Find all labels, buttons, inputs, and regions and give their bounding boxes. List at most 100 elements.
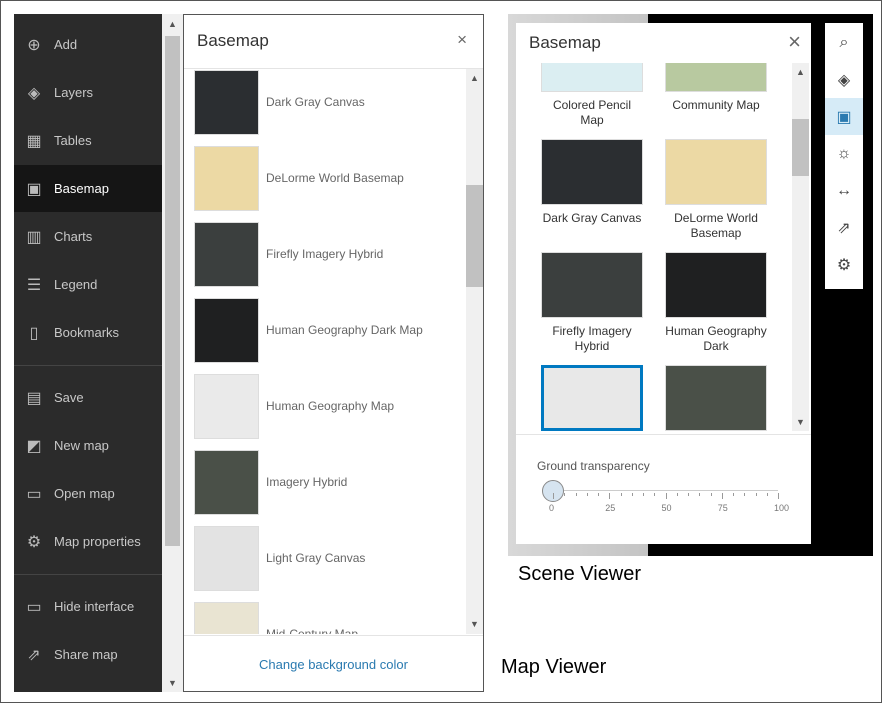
basemap-button[interactable]: ▣ bbox=[825, 98, 863, 135]
scroll-up-arrow[interactable]: ▲ bbox=[470, 73, 479, 83]
divider bbox=[14, 574, 162, 575]
basemap-label: Light Gray Canvas bbox=[266, 551, 366, 565]
scene-viewer: Basemap × Colored Pencil Map Community Ma… bbox=[508, 14, 873, 556]
slider-tick-label: 100 bbox=[774, 503, 790, 513]
slider-track[interactable] bbox=[553, 490, 778, 491]
basemap-label: Colored Pencil Map bbox=[552, 98, 632, 127]
sidebar-item-new-map[interactable]: ◩ New map bbox=[14, 422, 162, 469]
chart-icon: ▥ bbox=[26, 228, 42, 246]
new-map-icon: ◩ bbox=[26, 437, 42, 455]
slider-tick bbox=[586, 493, 588, 496]
basemap-thumbnail bbox=[665, 365, 767, 431]
scroll-up-arrow[interactable]: ▲ bbox=[796, 67, 805, 77]
sidebar-item-tables[interactable]: ▦ Tables bbox=[14, 117, 162, 164]
basemap-list-item[interactable]: Mid-Century Map bbox=[194, 601, 358, 634]
basemap-thumbnail bbox=[194, 297, 259, 363]
basemap-list-item[interactable]: Light Gray Canvas bbox=[194, 525, 365, 591]
sidebar-item-add[interactable]: ⊕ Add bbox=[14, 21, 162, 68]
slider-tick bbox=[643, 493, 644, 496]
sidebar-item-layers[interactable]: ◈ Layers bbox=[14, 69, 162, 116]
basemap-gallery-item[interactable]: Colored Pencil Map bbox=[541, 63, 643, 128]
basemap-list-item[interactable]: Imagery Hybrid bbox=[194, 449, 347, 515]
measure-button[interactable]: ↔ bbox=[825, 172, 863, 209]
basemap-label: Firefly Imagery Hybrid bbox=[266, 247, 384, 261]
slider-tick-label: 25 bbox=[605, 503, 616, 513]
close-button[interactable]: × bbox=[457, 30, 467, 50]
sidebar-item-open-map[interactable]: ▭ Open map bbox=[14, 470, 162, 517]
sidebar-item-bookmarks[interactable]: ▯ Bookmarks bbox=[14, 309, 162, 356]
basemap-list-item[interactable]: Firefly Imagery Hybrid bbox=[194, 221, 383, 287]
layers-button[interactable]: ◈ bbox=[825, 61, 863, 98]
scroll-down-arrow[interactable]: ▼ bbox=[796, 417, 805, 427]
slider-tick bbox=[564, 493, 566, 496]
sidebar-item-label: Add bbox=[54, 37, 78, 52]
legend-icon: ☰ bbox=[26, 276, 42, 294]
scrollbar-thumb[interactable] bbox=[466, 185, 483, 287]
save-icon: ▤ bbox=[26, 389, 42, 407]
basemap-gallery-item[interactable] bbox=[665, 365, 767, 431]
scrollbar-thumb[interactable] bbox=[792, 119, 809, 176]
slider-tick bbox=[744, 493, 746, 496]
basemap-label: DeLorme World Basemap bbox=[674, 211, 758, 240]
share-icon: ⇗ bbox=[837, 219, 851, 237]
scroll-up-arrow[interactable]: ▲ bbox=[168, 19, 177, 29]
sidebar-item-share-map[interactable]: ⇗ Share map bbox=[14, 631, 162, 678]
sidebar-item-map-properties[interactable]: ⚙ Map properties bbox=[14, 518, 162, 565]
close-button[interactable]: × bbox=[788, 29, 801, 55]
layers-icon: ◈ bbox=[27, 84, 41, 102]
settings-button[interactable]: ⚙ bbox=[825, 246, 863, 283]
scroll-down-arrow[interactable]: ▼ bbox=[168, 678, 177, 688]
sidebar-scrollbar[interactable]: ▲ ▼ bbox=[162, 14, 183, 692]
basemap-gallery-item[interactable]: Human Geography Dark bbox=[665, 252, 767, 354]
basemap-gallery-scrollbar[interactable]: ▲ ▼ bbox=[792, 63, 809, 431]
scene-toolbar: ⌕ ◈ ▣ ☼ ↔ ⇗ ⚙ bbox=[825, 23, 863, 289]
sidebar-item-hide-interface[interactable]: ▭ Hide interface bbox=[14, 583, 162, 630]
slider-tick-label: 0 bbox=[549, 503, 555, 513]
monitor-icon: ▭ bbox=[26, 598, 42, 616]
basemap-icon: ▣ bbox=[26, 180, 42, 198]
basemap-thumbnail bbox=[541, 252, 643, 318]
basemap-list-item[interactable]: Human Geography Map bbox=[194, 373, 394, 439]
basemap-gallery-item[interactable]: Firefly Imagery Hybrid bbox=[541, 252, 643, 354]
basemap-gallery-item[interactable]: Community Map bbox=[665, 63, 767, 113]
share-button[interactable]: ⇗ bbox=[825, 209, 863, 246]
basemap-list-scrollbar[interactable]: ▲ ▼ bbox=[466, 69, 483, 634]
sidebar-item-label: Save bbox=[54, 390, 84, 405]
sidebar-item-legend[interactable]: ☰ Legend bbox=[14, 261, 162, 308]
slider-tick bbox=[553, 493, 554, 499]
sidebar-item-charts[interactable]: ▥ Charts bbox=[14, 213, 162, 260]
search-icon: ⌕ bbox=[839, 33, 849, 51]
basemap-thumbnail bbox=[194, 601, 259, 634]
sidebar-item-basemap[interactable]: ▣ Basemap bbox=[14, 165, 162, 212]
scrollbar-thumb[interactable] bbox=[165, 36, 180, 546]
slider-tick bbox=[609, 493, 611, 499]
sidebar-item-label: Map properties bbox=[54, 534, 141, 549]
sidebar-item-label: Hide interface bbox=[54, 599, 135, 614]
divider bbox=[184, 635, 483, 636]
gear-icon: ⚙ bbox=[26, 533, 42, 551]
basemap-thumbnail bbox=[541, 365, 643, 431]
basemap-label: Imagery Hybrid bbox=[266, 475, 348, 489]
scroll-down-arrow[interactable]: ▼ bbox=[470, 619, 479, 629]
slider-tick bbox=[665, 493, 667, 499]
basemap-list-item[interactable]: Human Geography Dark Map bbox=[194, 297, 423, 363]
basemap-gallery-item[interactable] bbox=[541, 365, 643, 431]
layers-icon: ◈ bbox=[837, 71, 851, 89]
basemap-thumbnail bbox=[194, 449, 259, 515]
daylight-button[interactable]: ☼ bbox=[825, 135, 863, 172]
basemap-thumbnail bbox=[665, 252, 767, 318]
slider-tick bbox=[721, 493, 723, 499]
slider-tick bbox=[598, 493, 599, 496]
basemap-list-item[interactable]: Dark Gray Canvas bbox=[194, 69, 365, 135]
basemap-label: Dark Gray Canvas bbox=[542, 211, 642, 225]
slider-tick bbox=[620, 493, 622, 496]
sidebar-item-save[interactable]: ▤ Save bbox=[14, 374, 162, 421]
sidebar-item-label: Open map bbox=[54, 486, 115, 501]
basemap-gallery-item[interactable]: Dark Gray Canvas bbox=[541, 139, 643, 226]
daylight-icon: ☼ bbox=[836, 144, 852, 162]
basemap-gallery-item[interactable]: DeLorme World Basemap bbox=[665, 139, 767, 241]
change-background-color-link[interactable]: Change background color bbox=[184, 657, 483, 672]
search-button[interactable]: ⌕ bbox=[825, 24, 863, 61]
slider-tick bbox=[766, 493, 768, 496]
basemap-list-item[interactable]: DeLorme World Basemap bbox=[194, 145, 404, 211]
